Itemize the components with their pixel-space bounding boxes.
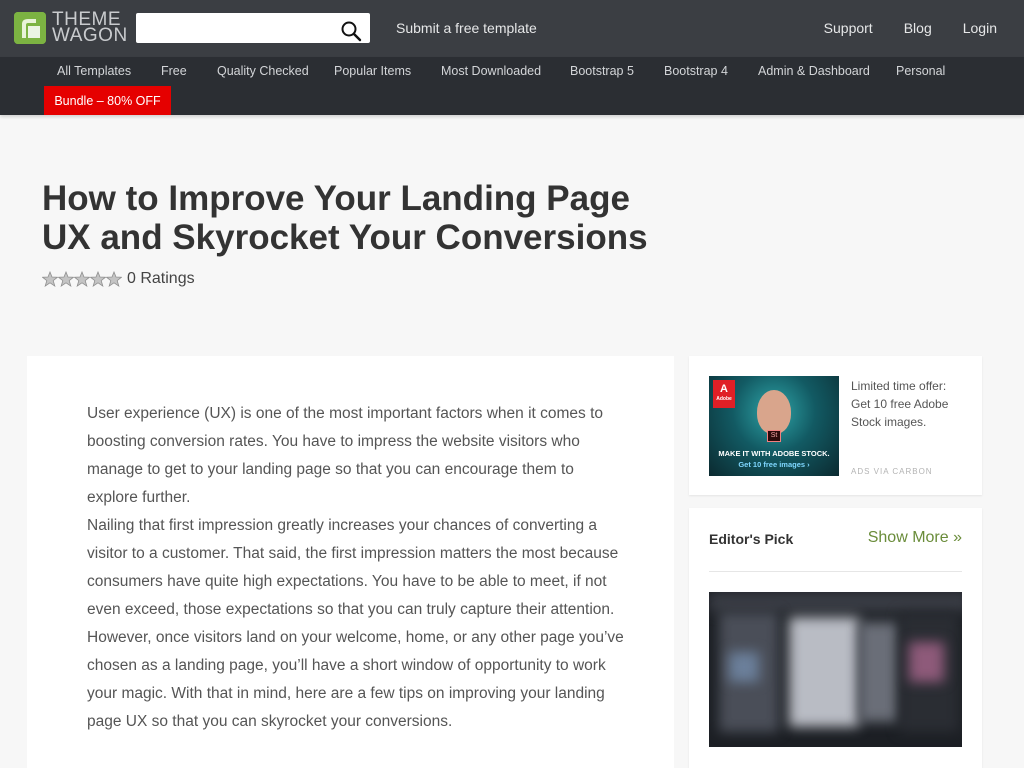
login-link[interactable]: Login [963,20,997,36]
theme-wagon-logo-icon [14,12,46,44]
editors-pick-title: Editor's Pick [709,531,794,547]
search-input[interactable] [136,13,326,43]
rating-stars[interactable] [42,271,122,287]
bundle-offer-button[interactable]: Bundle – 80% OFF [44,86,171,115]
ad-subline: Get 10 free images › [738,460,810,469]
submit-template-link[interactable]: Submit a free template [396,20,537,36]
divider [709,571,962,572]
adobe-logo-icon: A Adobe [713,380,735,408]
rating-count: 0 Ratings [127,270,195,287]
category-nav: All Templates Free Quality Checked Popul… [0,57,1024,115]
ads-via-carbon-link[interactable]: ADS VIA CARBON [851,467,933,476]
nav-personal[interactable]: Personal [896,64,945,78]
search-box [136,13,370,43]
title-line-2: UX and Skyrocket Your Conversions [42,218,648,257]
stock-app-badge: St [767,430,781,442]
show-more-link[interactable]: Show More » [868,529,962,547]
nav-free[interactable]: Free [161,64,187,78]
star-icon[interactable] [74,271,90,287]
star-icon[interactable] [42,271,58,287]
site-logo[interactable]: THEME WAGON [14,10,128,46]
ad-image[interactable]: A Adobe St MAKE IT WITH ADOBE STOCK. Get… [709,376,839,476]
nav-popular-items[interactable]: Popular Items [334,64,411,78]
article-body: User experience (UX) is one of the most … [87,400,627,736]
search-icon[interactable] [340,20,362,42]
ad-text-link[interactable]: Limited time offer: Get 10 free Adobe St… [851,377,961,431]
editors-pick-card: Editor's Pick Show More » [689,508,982,768]
logo-line-2: WAGON [52,25,128,46]
ad-headline: MAKE IT WITH ADOBE STOCK. [718,449,830,458]
nav-admin-dashboard[interactable]: Admin & Dashboard [758,64,870,78]
editors-pick-thumbnail[interactable] [709,592,962,747]
ad-model-face [757,390,791,434]
nav-all-templates[interactable]: All Templates [57,64,131,78]
top-header: THEME WAGON Submit a free template Suppo… [0,0,1024,57]
blog-link[interactable]: Blog [904,20,932,36]
article-paragraph: User experience (UX) is one of the most … [87,405,604,506]
nav-most-downloaded[interactable]: Most Downloaded [441,64,541,78]
star-icon[interactable] [58,271,74,287]
support-link[interactable]: Support [824,20,873,36]
top-links: Support Blog Login [793,20,997,36]
logo-wordmark: THEME WAGON [52,10,128,46]
article-card: User experience (UX) is one of the most … [27,356,674,768]
nav-bootstrap-4[interactable]: Bootstrap 4 [664,64,728,78]
title-line-1: How to Improve Your Landing Page [42,179,630,218]
article-paragraph: However, once visitors land on your welc… [87,629,624,730]
nav-quality-checked[interactable]: Quality Checked [217,64,309,78]
carbon-ad-card: A Adobe St MAKE IT WITH ADOBE STOCK. Get… [689,356,982,495]
article-paragraph: Nailing that first impression greatly in… [87,517,619,618]
nav-bootstrap-5[interactable]: Bootstrap 5 [570,64,634,78]
adobe-logo-mark: A [720,383,728,395]
rating: 0 Ratings [42,270,195,288]
adobe-logo-text: Adobe [716,396,732,402]
page-title: How to Improve Your Landing Page UX and … [42,179,662,257]
star-icon[interactable] [106,271,122,287]
star-icon[interactable] [90,271,106,287]
